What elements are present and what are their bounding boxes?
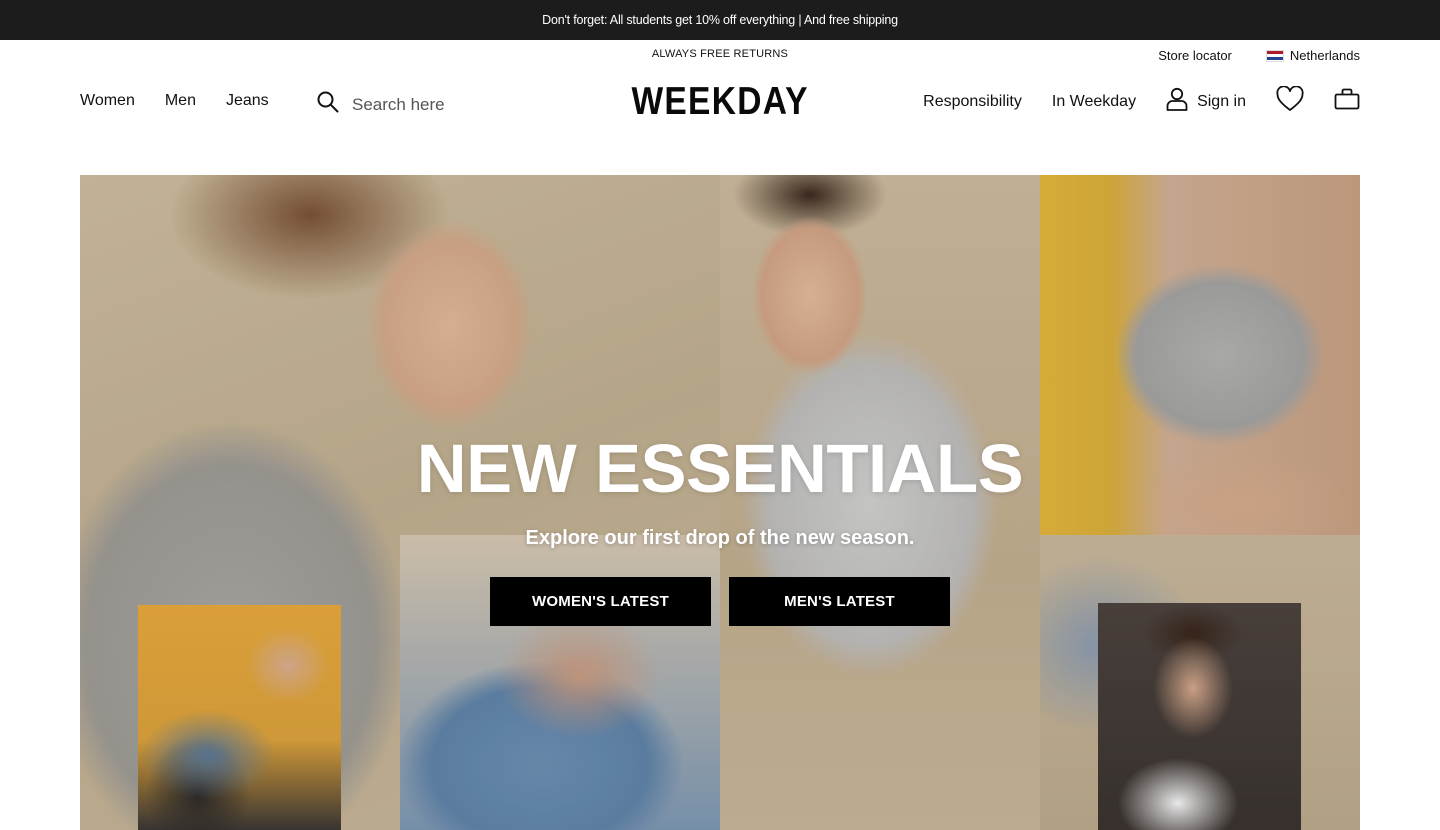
hero-subtitle: Explore our first drop of the new season… [525,527,915,549]
sign-in-link[interactable]: Sign in [1166,87,1246,116]
search-input[interactable] [352,94,512,115]
nav-responsibility[interactable]: Responsibility [923,93,1022,111]
promo-bar: Don't forget: All students get 10% off e… [0,0,1440,40]
store-locator-link[interactable]: Store locator [1158,48,1232,63]
womens-latest-button[interactable]: WOMEN'S LATEST [490,577,711,626]
netherlands-flag-icon [1265,49,1284,62]
hero-banner[interactable]: NEW ESSENTIALS Explore our first drop of… [80,175,1360,830]
sign-in-label: Sign in [1197,92,1246,110]
main-nav: Women Men Jeans [80,92,269,110]
returns-text: ALWAYS FREE RETURNS [651,48,789,60]
mens-latest-button[interactable]: MEN'S LATEST [729,577,950,626]
bag-icon [1334,88,1360,115]
hero-title: NEW ESSENTIALS [416,430,1024,507]
country-label: Netherlands [1289,48,1360,63]
user-icon [1166,87,1188,116]
wishlist-button[interactable] [1276,85,1304,117]
nav-in-weekday[interactable]: In Weekday [1052,93,1136,111]
search-icon[interactable] [316,90,340,119]
nav-men[interactable]: Men [165,92,196,110]
utility-links: Store locator Netherlands [1158,48,1360,63]
country-selector[interactable]: Netherlands [1265,48,1360,63]
weekday-logo[interactable]: WEEKDAY [631,80,808,124]
hero-copy: NEW ESSENTIALS Explore our first drop of… [80,433,1360,550]
search-bar [316,90,512,119]
nav-jeans[interactable]: Jeans [226,92,269,110]
promo-text: Don't forget: All students get 10% off e… [542,13,898,27]
hero-cta-group: WOMEN'S LATEST MEN'S LATEST [490,577,950,626]
nav-women[interactable]: Women [80,92,135,110]
account-nav: Responsibility In Weekday Sign in [923,85,1360,117]
bag-button[interactable] [1334,88,1360,115]
heart-icon [1276,85,1304,117]
